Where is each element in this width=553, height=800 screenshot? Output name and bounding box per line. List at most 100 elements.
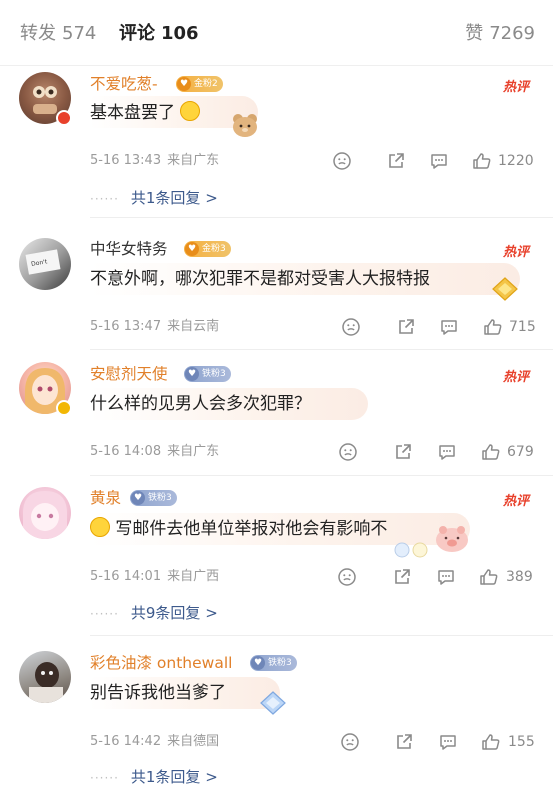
thumbs-up-icon[interactable] — [472, 151, 492, 171]
comment-time: 5-16 14:08 — [90, 444, 162, 459]
like-count: 389 — [506, 569, 533, 585]
view-replies-label: 共9条回复 > — [130, 604, 218, 622]
view-replies-label: 共1条回复 > — [130, 189, 218, 207]
comment-location: 来自广西 — [167, 569, 220, 584]
fan-badge-label: 铁粉3 — [268, 658, 292, 668]
like-count: 679 — [507, 444, 534, 460]
comment-location: 来自广东 — [167, 153, 220, 168]
tab-reposts[interactable]: 转发 574 — [20, 22, 96, 46]
bear-sticker-icon — [233, 114, 257, 137]
fan-badge-label: 金粉2 — [194, 79, 218, 89]
tab-comments[interactable]: 评论 106 — [119, 22, 199, 46]
fan-badge: ♥ 铁粉3 — [184, 366, 231, 382]
comment-meta: 5-16 14:42 来自德国 — [90, 733, 219, 751]
fan-badge: ♥ 金粉2 — [176, 76, 223, 92]
fan-badge-icon: ♥ — [185, 367, 199, 381]
fan-badge-icon: ♥ — [131, 491, 145, 505]
view-replies-label: 共1条回复 > — [130, 768, 218, 786]
comment-tabs: 转发 574 评论 106 赞 7269 — [0, 0, 553, 66]
comment-time: 5-16 13:43 — [90, 153, 162, 168]
hot-comment-tag: 热评 — [502, 80, 529, 95]
like-count: 155 — [508, 734, 535, 750]
comment-location: 来自广东 — [167, 444, 220, 459]
emoji-react-icon[interactable] — [341, 317, 361, 337]
avatar[interactable] — [19, 487, 71, 539]
comment-meta: 5-16 14:08 来自广东 — [90, 443, 219, 461]
reply-dots: ······ — [90, 771, 119, 785]
comment-item: 黄泉 ♥ 铁粉3 热评 写邮件去他单位举报对他会有影响不 5-16 14:01 来自… — [0, 476, 553, 636]
fan-badge-label: 铁粉3 — [202, 369, 226, 379]
comment-text: 不意外啊，哪次犯罪不是都对受害人大报特报 — [90, 269, 430, 289]
hot-comment-tag: 热评 — [502, 494, 529, 509]
comment-icon[interactable] — [437, 442, 457, 462]
comment-text-content: 基本盘罢了 — [90, 103, 175, 123]
comment-icon[interactable] — [438, 732, 458, 752]
emoji-react-icon[interactable] — [340, 732, 360, 752]
avatar[interactable] — [19, 651, 71, 703]
share-icon[interactable] — [394, 732, 414, 752]
comment-item: 不爱吃葱- ♥ 金粉2 热评 基本盘罢了 5-16 13:43 来自广东 1220 … — [0, 66, 553, 218]
view-replies-link[interactable]: ······ 共1条回复 > — [90, 767, 218, 788]
emoji-react-icon[interactable] — [338, 442, 358, 462]
fan-badge-label: 铁粉3 — [148, 493, 172, 503]
reply-dots: ······ — [90, 192, 119, 206]
view-replies-link[interactable]: ······ 共9条回复 > — [90, 603, 218, 624]
comment-item: 彩色油漆 onthewall ♥ 铁粉3 别告诉我他当爹了 5-16 14:42 来… — [0, 636, 553, 800]
emoji-react-icon[interactable] — [337, 567, 357, 587]
comment-text: 写邮件去他单位举报对他会有影响不 — [90, 517, 387, 541]
fan-badge: ♥ 铁粉3 — [250, 655, 297, 671]
username[interactable]: 黄泉 — [90, 488, 121, 508]
pig-sticker-icon — [436, 526, 468, 552]
like-count: 715 — [509, 319, 536, 335]
diamond-sticker-icon — [492, 277, 518, 301]
fan-badge: ♥ 金粉3 — [184, 241, 231, 257]
fan-badge-icon: ♥ — [251, 656, 265, 670]
view-replies-link[interactable]: ······ 共1条回复 > — [90, 188, 218, 209]
tab-reposts-label: 转发 — [20, 23, 56, 44]
verified-badge-icon — [56, 110, 72, 126]
comment-item: 安慰剂天使 ♥ 铁粉3 热评 什么样的见男人会多次犯罪？ 5-16 14:08 来自… — [0, 350, 553, 476]
comment-meta: 5-16 14:01 来自广西 — [90, 568, 219, 586]
thumbs-up-icon[interactable] — [483, 317, 503, 337]
thumbs-up-icon[interactable] — [481, 442, 501, 462]
tab-likes[interactable]: 赞 7269 — [465, 22, 535, 46]
tab-comments-label: 评论 — [119, 23, 155, 44]
tab-likes-label: 赞 — [465, 23, 484, 44]
fan-badge-icon: ♥ — [185, 242, 199, 256]
thinking-emoji-icon — [90, 517, 110, 537]
comment-icon[interactable] — [439, 317, 459, 337]
comment-meta: 5-16 13:43 来自广东 — [90, 152, 219, 170]
username[interactable]: 中华女特务 — [90, 239, 168, 259]
thumbs-up-icon[interactable] — [479, 567, 499, 587]
laugh-cry-emoji-icon — [180, 101, 201, 121]
username[interactable]: 彩色油漆 onthewall — [90, 653, 232, 673]
fan-badge-icon: ♥ — [177, 77, 191, 91]
comment-meta: 5-16 13:47 来自云南 — [90, 318, 219, 336]
comment-icon[interactable] — [436, 567, 456, 587]
share-icon[interactable] — [396, 317, 416, 337]
comment-icon[interactable] — [429, 151, 449, 171]
share-icon[interactable] — [393, 442, 413, 462]
comment-time: 5-16 14:42 — [90, 734, 162, 749]
tab-reposts-count: 574 — [62, 23, 97, 44]
fan-badge-label: 金粉3 — [202, 244, 226, 254]
share-icon[interactable] — [392, 567, 412, 587]
comment-text: 什么样的见男人会多次犯罪？ — [90, 394, 311, 414]
emoji-react-icon[interactable] — [332, 151, 352, 171]
comment-item: Don't 中华女特务 ♥ 金粉3 热评 不意外啊，哪次犯罪不是都对受害人大报特报… — [0, 218, 553, 350]
username[interactable]: 不爱吃葱- — [90, 74, 158, 94]
reply-dots: ······ — [90, 607, 119, 621]
comment-text: 基本盘罢了 — [90, 101, 201, 125]
comment-location: 来自德国 — [167, 734, 220, 749]
tab-likes-count: 7269 — [489, 23, 535, 44]
comment-time: 5-16 13:47 — [90, 319, 162, 334]
share-icon[interactable] — [386, 151, 406, 171]
username[interactable]: 安慰剂天使 — [90, 364, 168, 384]
tab-comments-count: 106 — [161, 23, 199, 44]
diamond-sticker-icon — [260, 691, 286, 715]
avatar[interactable]: Don't — [19, 238, 71, 290]
thumbs-up-icon[interactable] — [481, 732, 501, 752]
fan-badge: ♥ 铁粉3 — [130, 490, 177, 506]
comment-time: 5-16 14:01 — [90, 569, 162, 584]
comment-text: 别告诉我他当爹了 — [90, 683, 226, 703]
